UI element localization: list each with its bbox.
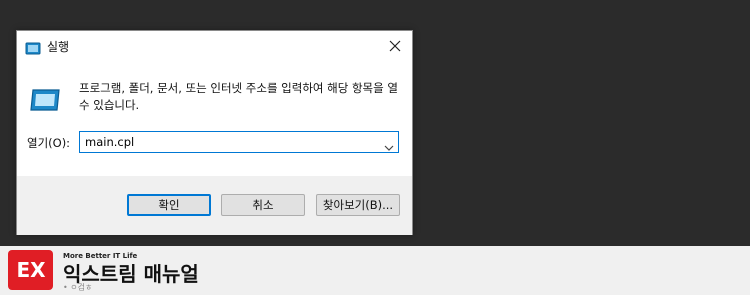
brand-subtext: • ㅇ검ㅎ (63, 283, 93, 292)
brand-logo: EX (8, 250, 53, 290)
title-bar[interactable]: 실행 (17, 31, 412, 61)
ok-button[interactable]: 확인 (127, 194, 211, 216)
run-app-icon (25, 40, 41, 59)
close-button[interactable] (378, 31, 412, 61)
button-footer: 확인 취소 찾아보기(B)... (17, 176, 412, 235)
chevron-down-icon[interactable] (384, 137, 394, 156)
browse-button[interactable]: 찾아보기(B)... (316, 194, 400, 216)
window-title: 실행 (47, 40, 70, 54)
brand-watermark: EX More Better IT Life 익스트림 매뉴얼 • ㅇ검ㅎ (0, 246, 750, 295)
open-input[interactable]: main.cpl (85, 135, 134, 149)
dialog-description: 프로그램, 폴더, 문서, 또는 인터넷 주소를 입력하여 해당 항목을 열 수… (79, 81, 398, 112)
open-label: 열기(O): (27, 136, 71, 150)
run-dialog: 실행 프로그램, 폴더, 문서, 또는 인터넷 주소를 입력하여 해당 항목을 … (16, 30, 413, 235)
svg-text:EX: EX (16, 258, 46, 282)
run-large-icon (29, 86, 63, 118)
open-combobox[interactable]: main.cpl (79, 131, 399, 153)
close-icon (389, 40, 401, 52)
cancel-button[interactable]: 취소 (221, 194, 305, 216)
